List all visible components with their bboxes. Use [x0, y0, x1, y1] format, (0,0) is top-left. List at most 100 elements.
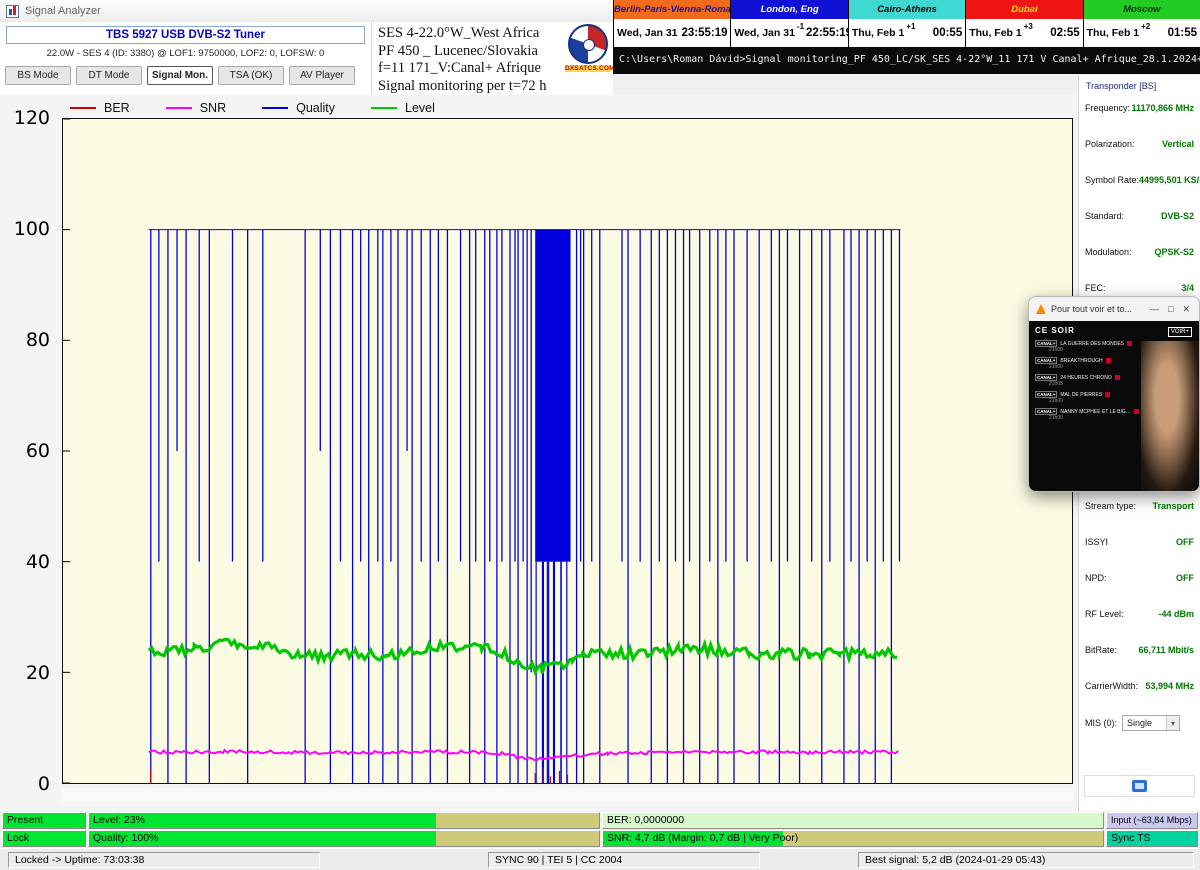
transponder-panel-title: Transponder [BS] [1086, 81, 1200, 91]
sync-status: SYNC 90 | TEI 5 | CC 2004 [488, 852, 760, 868]
tab-signal-mon[interactable]: Signal Mon. [147, 66, 213, 85]
monitoring-header: SES 4-22.0°W_West Africa PF 450 _ Lucene… [378, 25, 563, 95]
y-axis-label: 120 [4, 107, 50, 129]
clock-city: Cairo-Athens [849, 0, 965, 19]
y-axis-label: 0 [4, 773, 50, 795]
y-axis-label: 20 [4, 662, 50, 684]
dxsatcs-logo-text: DXSATCS.COM [565, 65, 611, 72]
ber-indicator: BER: 0,0000000 [602, 812, 1104, 829]
tab-tsa[interactable]: TSA (OK) [218, 66, 284, 85]
tp-row-carrier-width: CarrierWidth: 53,994 MHz [1079, 679, 1200, 693]
tp-row-issyi: ISSYI OFF [1079, 535, 1200, 549]
best-signal-status: Best signal: 5,2 dB (2024-01-29 05:43) [858, 852, 1194, 868]
header-line-frequency: f=11 171_V:Canal+ Afrique [378, 60, 563, 78]
clock-offset: +1 [906, 22, 915, 31]
clock-time: 02:55 [1050, 27, 1079, 39]
signal-plot-canvas [63, 119, 1072, 783]
legend-ber: BER [70, 101, 130, 115]
clock-berlin: Berlin-Paris-Vienna-Roma Wed, Jan 31 23:… [613, 0, 730, 47]
tuner-info: 22.0W - SES 4 (ID: 3380) @ LOF1: 9750000… [0, 48, 371, 59]
transponder-rows-bottom: Stream type: Transport ISSYI OFF NPD: OF… [1079, 499, 1200, 715]
terminal-command-line[interactable]: C:\Users\Roman Dávid>Signal monitoring_P… [613, 47, 1200, 74]
mis-row: MIS (0): Single ▾ [1079, 715, 1200, 731]
quality-line-swatch [262, 107, 288, 109]
tab-dt-mode[interactable]: DT Mode [76, 66, 142, 85]
program-row: CANAL+ MAL DE PIERRES 21h00 [1035, 391, 1139, 404]
vlc-titlebar[interactable]: Pour tout voir et to... — □ ✕ [1029, 297, 1199, 321]
close-icon[interactable]: ✕ [1180, 304, 1192, 315]
clock-city: Berlin-Paris-Vienna-Roma [614, 0, 730, 19]
vlc-video-area[interactable]: CE SOIR VOIR+ CANAL+ LA GUERRE DES MONDE… [1029, 321, 1199, 491]
world-clocks: Berlin-Paris-Vienna-Roma Wed, Jan 31 23:… [613, 0, 1200, 47]
level-line-swatch [371, 107, 397, 109]
program-row: CANAL+ BREAKTHROUGH 21h00 [1035, 357, 1139, 370]
input-bitrate-indicator: Input (~63,84 Mbps) [1106, 812, 1198, 829]
sync-ts-indicator: Sync TS [1106, 830, 1198, 847]
tp-row-symbol-rate: Symbol Rate: 44995,501 KS/s [1079, 173, 1200, 187]
tab-bs-mode[interactable]: BS Mode [5, 66, 71, 85]
age-rating-badge [1127, 341, 1132, 346]
y-axis-label: 80 [4, 329, 50, 351]
top-strip: TBS 5927 USB DVB-S2 Tuner 22.0W - SES 4 … [0, 22, 613, 95]
clock-cairo: Cairo-Athens Thu, Feb 1 +1 00:55 [848, 0, 965, 47]
uptime-status: Locked -> Uptime: 73:03:38 [8, 852, 320, 868]
tp-row-polarization: Polarization: Vertical [1079, 137, 1200, 151]
lock-indicator: Lock [2, 830, 86, 847]
header-line-satellite: SES 4-22.0°W_West Africa [378, 25, 563, 43]
chevron-down-icon[interactable]: ▾ [1166, 716, 1179, 730]
tp-row-stream-type: Stream type: Transport [1079, 499, 1200, 513]
display-icon[interactable] [1132, 780, 1147, 792]
vlc-cone-icon [1036, 304, 1046, 314]
tab-av-player[interactable]: AV Player [289, 66, 355, 85]
age-rating-badge [1106, 358, 1111, 363]
clock-moscow: Moscow Thu, Feb 1 +2 01:55 [1083, 0, 1200, 47]
indicator-row-1: Present Level: 23% BER: 0,0000000 Input … [0, 812, 1200, 829]
vlc-player-window: Pour tout voir et to... — □ ✕ CE SOIR VO… [1028, 296, 1200, 492]
snr-bar: SNR: 4,7 dB (Margin: 0,7 dB | Very Poor) [602, 830, 1104, 847]
video-person-thumbnail [1141, 341, 1199, 491]
legend-snr: SNR [166, 101, 226, 115]
clock-offset: -1 [797, 22, 804, 31]
clock-time: 00:55 [933, 27, 962, 39]
signal-chart-panel: BER SNR Quality Level 020406080100120 [0, 95, 1078, 811]
tp-row-npd: NPD: OFF [1079, 571, 1200, 585]
tp-row-frequency: Frequency: 11170,866 MHz [1079, 101, 1200, 115]
program-row: CANAL+ LA GUERRE DES MONDES 21h00 [1035, 340, 1139, 353]
age-rating-badge [1134, 409, 1139, 414]
y-axis: 0 20 40 60 80 100 120 [0, 95, 58, 811]
clock-dubai: Dubai Thu, Feb 1 +3 02:55 [965, 0, 1082, 47]
clock-time: 01:55 [1168, 27, 1197, 39]
level-bar: Level: 23% [88, 812, 600, 829]
clock-city: Moscow [1084, 0, 1200, 19]
snr-line-swatch [166, 107, 192, 109]
mode-tabs: BS Mode DT Mode Signal Mon. TSA (OK) AV … [5, 66, 366, 85]
app-icon [6, 5, 19, 18]
program-row: CANAL+ NANNY MCPHEE ET LE BIG BANG 21h00 [1035, 408, 1139, 421]
y-axis-label: 60 [4, 440, 50, 462]
tp-row-rf-level: RF Level: -44 dBm [1079, 607, 1200, 621]
transponder-rows-top: Frequency: 11170,866 MHz Polarization: V… [1079, 101, 1200, 317]
tp-row-standard: Standard: DVB-S2 [1079, 209, 1200, 223]
voir-plus-badge: VOIR+ [1168, 327, 1192, 337]
header-line-location: PF 450 _ Lucenec/Slovakia [378, 43, 563, 61]
header-line-duration: Signal monitoring per t=72 h [378, 78, 563, 96]
panel-toolbar [1084, 775, 1195, 797]
clock-date: Thu, Feb 1 [969, 27, 1022, 39]
clock-time: 23:55:19 [682, 27, 728, 39]
mis-select[interactable]: Single ▾ [1122, 715, 1180, 731]
epg-program-list: CANAL+ LA GUERRE DES MONDES 21h00 CANAL+… [1035, 340, 1139, 421]
app-window: { "window": { "title": "Signal Analyzer"… [0, 0, 1200, 870]
y-axis-label: 100 [4, 218, 50, 240]
clock-date: Wed, Jan 31 [617, 27, 678, 39]
window-titlebar[interactable]: Signal Analyzer [0, 0, 613, 22]
program-row: CANAL+ 24 HEURES CHRONO 21h05 [1035, 374, 1139, 387]
plot-footer [62, 788, 1073, 802]
maximize-icon[interactable]: □ [1166, 304, 1175, 314]
signal-monitoring-plot [62, 118, 1073, 784]
clock-date: Thu, Feb 1 [1087, 27, 1140, 39]
tuner-title-box: TBS 5927 USB DVB-S2 Tuner [6, 26, 365, 44]
tp-row-bitrate: BitRate: 66,711 Mbit/s [1079, 643, 1200, 657]
clock-time: 22:55:19 [806, 27, 852, 39]
y-axis-label: 40 [4, 551, 50, 573]
minimize-icon[interactable]: — [1148, 304, 1161, 314]
